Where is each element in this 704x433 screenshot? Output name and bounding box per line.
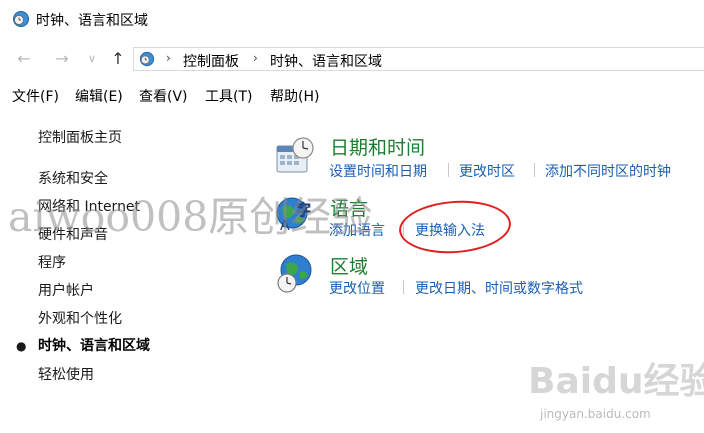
region-globe-clock-icon[interactable] bbox=[276, 252, 318, 298]
link-change-date-time-number-formats[interactable]: 更改日期、时间或数字格式 bbox=[415, 278, 583, 298]
up-arrow-icon[interactable]: ↑ bbox=[108, 49, 128, 69]
menu-tools[interactable]: 工具(T) bbox=[205, 86, 252, 106]
control-panel-icon bbox=[12, 10, 30, 32]
link-change-time-zone[interactable]: 更改时区 bbox=[459, 161, 515, 181]
sidebar-item-clock-language-region[interactable]: 时钟、语言和区域 bbox=[38, 335, 150, 355]
link-add-clocks[interactable]: 添加不同时区的时钟 bbox=[545, 161, 671, 181]
baidu-url: jingyan.baidu.com bbox=[540, 407, 651, 421]
link-set-time-date[interactable]: 设置时间和日期 bbox=[329, 161, 427, 181]
menu-file[interactable]: 文件(F) bbox=[12, 86, 59, 106]
window-title: 时钟、语言和区域 bbox=[36, 13, 148, 29]
sidebar-item-home[interactable]: 控制面板主页 bbox=[38, 127, 122, 147]
breadcrumb-current[interactable]: 时钟、语言和区域 bbox=[270, 51, 382, 71]
navigation-bar: ← → ∨ ↑ › 控制面板 › 时钟、语言和区域 bbox=[0, 40, 704, 78]
watermark-text: aiwoo008原创经验 bbox=[8, 193, 373, 241]
baidu-logo: Baidu经验 bbox=[528, 361, 704, 402]
category-title-region[interactable]: 区域 bbox=[330, 252, 368, 279]
menu-view[interactable]: 查看(V) bbox=[139, 86, 188, 106]
sidebar-item-appearance[interactable]: 外观和个性化 bbox=[38, 308, 122, 328]
control-panel-icon bbox=[139, 51, 155, 71]
back-arrow-icon[interactable]: ← bbox=[14, 49, 34, 69]
menu-help[interactable]: 帮助(H) bbox=[270, 86, 319, 106]
recent-locations-dropdown-icon[interactable]: ∨ bbox=[82, 49, 102, 69]
address-bar[interactable]: › 控制面板 › 时钟、语言和区域 bbox=[133, 47, 704, 71]
link-divider bbox=[534, 163, 535, 177]
category-title-date-time[interactable]: 日期和时间 bbox=[330, 133, 425, 160]
active-bullet-icon: ● bbox=[16, 339, 27, 353]
sidebar-item-programs[interactable]: 程序 bbox=[38, 252, 66, 272]
title-bar: 时钟、语言和区域 bbox=[0, 0, 704, 40]
breadcrumb-separator-icon[interactable]: › bbox=[166, 51, 171, 65]
link-change-location[interactable]: 更改位置 bbox=[329, 278, 385, 298]
link-divider bbox=[403, 280, 404, 294]
menu-edit[interactable]: 编辑(E) bbox=[75, 86, 123, 106]
menu-bar: 文件(F) 编辑(E) 查看(V) 工具(T) 帮助(H) bbox=[0, 84, 704, 108]
sidebar-item-ease-of-access[interactable]: 轻松使用 bbox=[38, 364, 94, 384]
date-time-icon[interactable] bbox=[275, 136, 315, 180]
link-divider bbox=[448, 163, 449, 177]
breadcrumb-control-panel[interactable]: 控制面板 bbox=[183, 51, 239, 71]
annotation-circle bbox=[397, 197, 513, 257]
forward-arrow-icon[interactable]: → bbox=[52, 49, 72, 69]
sidebar-item-user-accounts[interactable]: 用户帐户 bbox=[38, 280, 94, 300]
breadcrumb-separator-icon[interactable]: › bbox=[253, 51, 258, 65]
